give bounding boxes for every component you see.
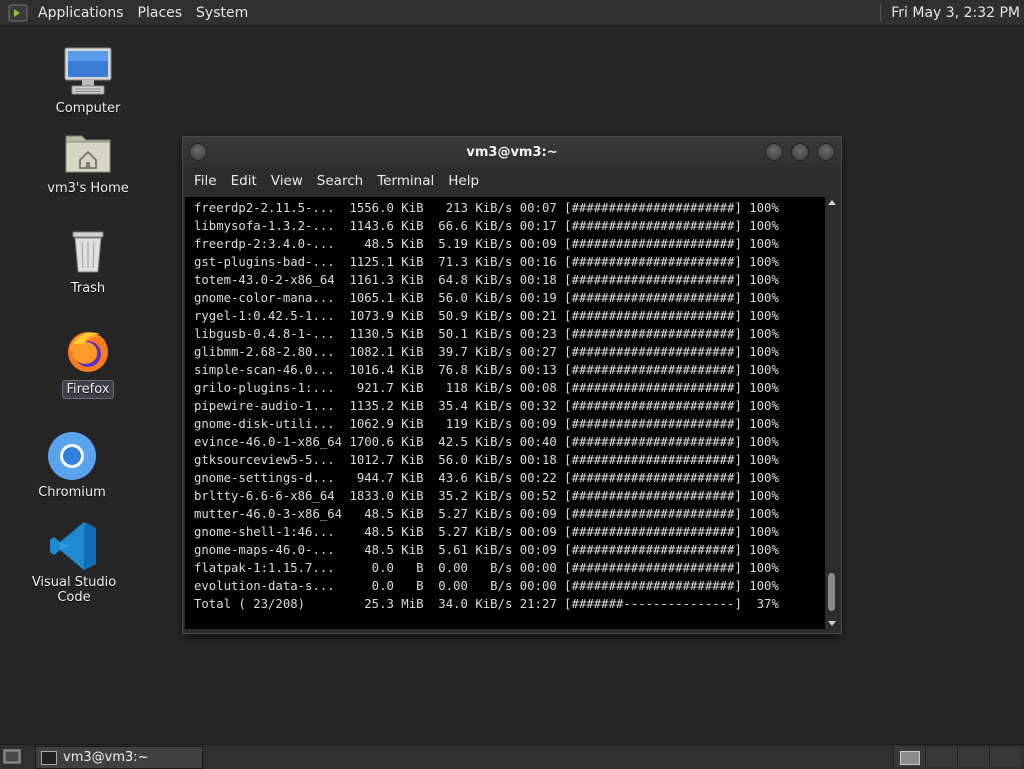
panel-clock[interactable]: Fri May 3, 2:32 PM (891, 5, 1024, 21)
terminal-line: gst-plugins-bad-... 1125.1 KiB 71.3 KiB/… (194, 255, 779, 269)
window-menu-icon[interactable] (189, 143, 207, 161)
terminal-line: rygel-1:0.42.5-1... 1073.9 KiB 50.9 KiB/… (194, 309, 779, 323)
terminal-line: pipewire-audio-1... 1135.2 KiB 35.4 KiB/… (194, 399, 779, 413)
terminal-line: gtksourceview5-5... 1012.7 KiB 56.0 KiB/… (194, 453, 779, 467)
places-menu[interactable]: Places (132, 5, 191, 21)
window-titlebar[interactable]: vm3@vm3:~ (183, 137, 841, 167)
bottom-panel: vm3@vm3:~ (0, 744, 1024, 769)
workspace-2[interactable] (925, 747, 957, 767)
terminal-scrollbar[interactable] (826, 197, 838, 629)
computer-icon (60, 44, 116, 100)
desktop-icon-label: Chromium (38, 485, 106, 500)
top-panel: Applications Places System Fri May 3, 2:… (0, 0, 1024, 26)
terminal-line: glibmm-2.68-2.80... 1082.1 KiB 39.7 KiB/… (194, 345, 779, 359)
terminal-line: flatpak-1:1.15.7... 0.0 B 0.00 B/s 00:00… (194, 561, 779, 575)
home-folder-icon (60, 124, 116, 180)
terminal-line: mutter-46.0-3-x86_64 48.5 KiB 5.27 KiB/s… (194, 507, 779, 521)
menu-file[interactable]: File (187, 173, 224, 189)
desktop-icon-firefox[interactable]: Firefox (28, 324, 148, 399)
close-icon[interactable] (817, 143, 835, 161)
desktop-icon-label: vm3's Home (47, 181, 129, 196)
scroll-down-arrow-icon[interactable] (828, 621, 836, 626)
terminal-line: gnome-color-mana... 1065.1 KiB 56.0 KiB/… (194, 291, 779, 305)
desktop-icon-home[interactable]: vm3's Home (28, 124, 148, 197)
terminal-window[interactable]: vm3@vm3:~ File Edit View Search Terminal… (182, 136, 842, 634)
applications-menu[interactable]: Applications (32, 5, 132, 21)
terminal-line: grilo-plugins-1:... 921.7 KiB 118 KiB/s … (194, 381, 779, 395)
taskbar-button-label: vm3@vm3:~ (63, 750, 149, 765)
desktop-icon-label: Trash (70, 281, 106, 296)
desktop-icon-label: Firefox (62, 380, 114, 399)
workspace-window-thumbnail (900, 751, 920, 765)
scroll-up-arrow-icon[interactable] (828, 200, 836, 205)
desktop-icon-label: Computer (55, 101, 121, 116)
system-menu[interactable]: System (190, 5, 256, 21)
terminal-line: evolution-data-s... 0.0 B 0.00 B/s 00:00… (194, 579, 779, 593)
terminal-line: evince-46.0-1-x86_64 1700.6 KiB 42.5 KiB… (194, 435, 779, 449)
terminal-line: simple-scan-46.0... 1016.4 KiB 76.8 KiB/… (194, 363, 779, 377)
terminal-line: libmysofa-1.3.2-... 1143.6 KiB 66.6 KiB/… (194, 219, 779, 233)
minimize-icon[interactable] (765, 143, 783, 161)
terminal-line: libgusb-0.4.8-1-... 1130.5 KiB 50.1 KiB/… (194, 327, 779, 341)
workspace-3[interactable] (957, 747, 989, 767)
trash-icon (60, 224, 116, 280)
vscode-icon (46, 518, 102, 574)
terminal-line: gnome-shell-1:46... 48.5 KiB 5.27 KiB/s … (194, 525, 779, 539)
workspace-1[interactable] (893, 747, 925, 767)
terminal-line: Total ( 23/208) 25.3 MiB 34.0 KiB/s 21:2… (194, 597, 779, 611)
terminal-menubar: File Edit View Search Terminal Help (183, 167, 841, 195)
scrollbar-thumb[interactable] (828, 573, 835, 611)
desktop-icon-chromium[interactable]: Chromium (12, 428, 132, 501)
terminal-line: gnome-maps-46.0-... 48.5 KiB 5.61 KiB/s … (194, 543, 779, 557)
menu-terminal[interactable]: Terminal (370, 173, 441, 189)
menu-edit[interactable]: Edit (224, 173, 264, 189)
desktop-icon-computer[interactable]: Computer (28, 44, 148, 117)
terminal-line: gnome-disk-utili... 1062.9 KiB 119 KiB/s… (194, 417, 779, 431)
clock-separator (880, 3, 882, 22)
maximize-icon[interactable] (791, 143, 809, 161)
terminal-line: brltty-6.6-6-x86_64 1833.0 KiB 35.2 KiB/… (194, 489, 779, 503)
firefox-icon (60, 324, 116, 380)
terminal-app-icon (41, 750, 57, 765)
workspace-4[interactable] (989, 747, 1021, 767)
taskbar-terminal-button[interactable]: vm3@vm3:~ (35, 746, 203, 769)
terminal-line: freerdp2-2.11.5-... 1556.0 KiB 213 KiB/s… (194, 201, 779, 215)
window-title: vm3@vm3:~ (466, 144, 558, 160)
terminal-line: totem-43.0-2-x86_64 1161.3 KiB 64.8 KiB/… (194, 273, 779, 287)
menu-search[interactable]: Search (310, 173, 370, 189)
workspace-switcher (893, 747, 1024, 767)
desktop-icon-label: Visual Studio Code (31, 575, 117, 605)
terminal-output[interactable]: freerdp2-2.11.5-... 1556.0 KiB 213 KiB/s… (185, 197, 825, 629)
menu-view[interactable]: View (264, 173, 310, 189)
terminal-lines: freerdp2-2.11.5-... 1556.0 KiB 213 KiB/s… (185, 197, 825, 613)
chromium-icon (44, 428, 100, 484)
desktop-icon-vscode[interactable]: Visual Studio Code (14, 518, 134, 606)
menu-help[interactable]: Help (441, 173, 486, 189)
terminal-line: gnome-settings-d... 944.7 KiB 43.6 KiB/s… (194, 471, 779, 485)
distro-logo-icon[interactable] (8, 3, 28, 23)
terminal-line: freerdp-2:3.4.0-... 48.5 KiB 5.19 KiB/s … (194, 237, 779, 251)
show-desktop-icon[interactable] (3, 748, 21, 765)
desktop-icon-trash[interactable]: Trash (28, 224, 148, 297)
